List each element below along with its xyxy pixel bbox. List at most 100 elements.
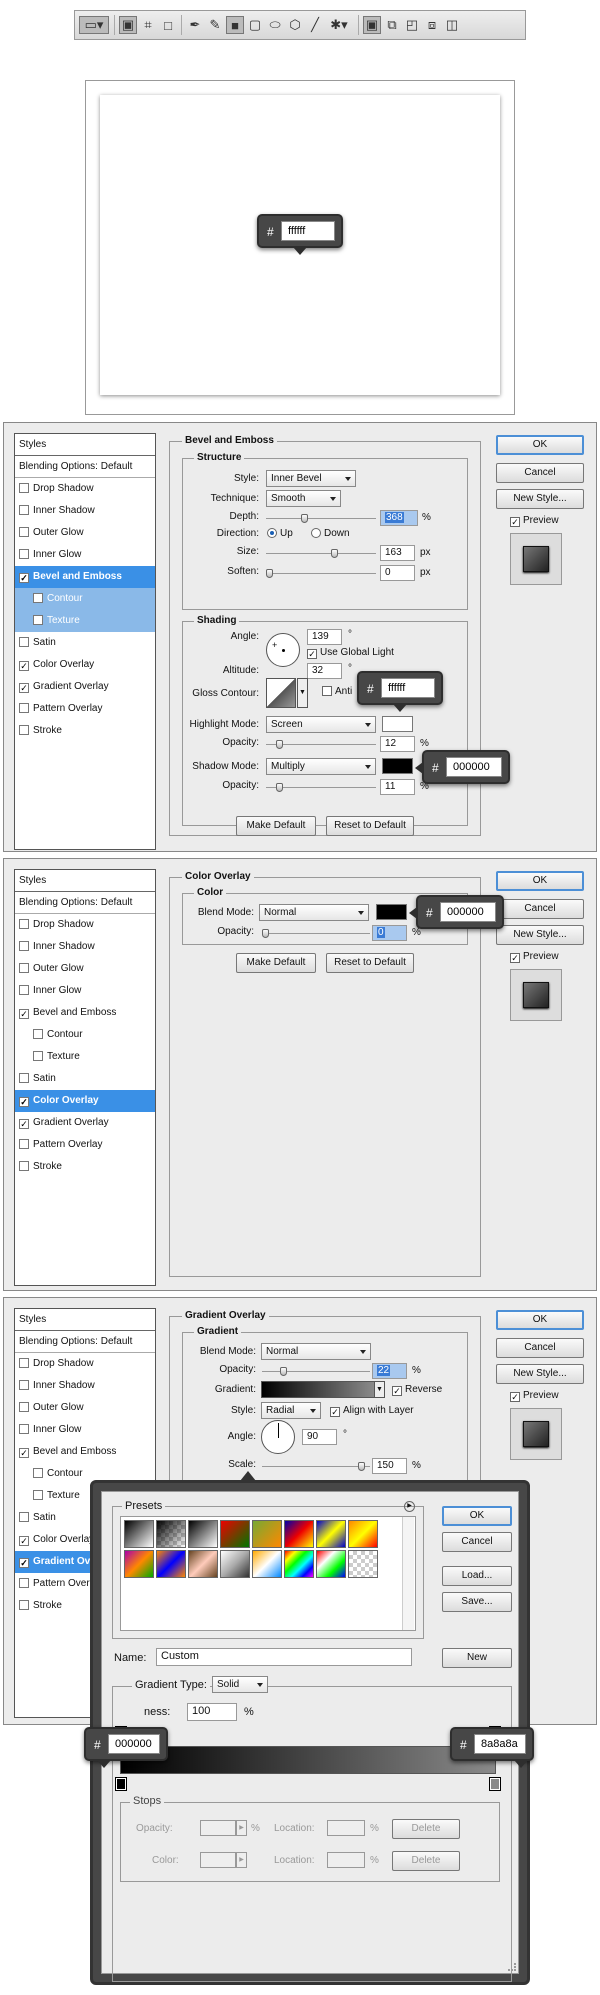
angle-input[interactable]: 90 xyxy=(302,1429,337,1445)
preset-swatch[interactable] xyxy=(156,1550,186,1578)
preset-swatch[interactable] xyxy=(348,1550,378,1578)
preview-checkbox[interactable]: ✓ Preview xyxy=(510,1390,559,1402)
style-satin[interactable]: Satin xyxy=(15,632,155,654)
preset-swatch[interactable] xyxy=(124,1520,154,1548)
style-contour[interactable]: Contour xyxy=(15,1024,155,1046)
stop-location-input[interactable] xyxy=(327,1820,365,1836)
depth-input[interactable]: 368 xyxy=(380,510,418,526)
fill-pixels-icon[interactable]: □ xyxy=(159,16,177,34)
style-stroke[interactable]: Stroke xyxy=(15,1156,155,1178)
gloss-contour-dropdown[interactable]: ▼ xyxy=(297,678,308,708)
style-bevel-emboss[interactable]: ✓ Bevel and Emboss xyxy=(15,566,155,588)
rectangle-tool-icon[interactable]: ▭▾ xyxy=(79,16,109,34)
direction-down-radio[interactable]: Down xyxy=(311,528,350,539)
opacity-input[interactable]: 22 xyxy=(372,1363,407,1379)
preset-swatch[interactable] xyxy=(316,1520,346,1548)
angle-input[interactable]: 139 xyxy=(307,629,342,645)
slider-knob[interactable] xyxy=(358,1462,365,1471)
anti-aliased-checkbox[interactable]: Anti xyxy=(322,686,352,697)
preset-swatch[interactable] xyxy=(220,1520,250,1548)
style-texture[interactable]: Texture xyxy=(15,1046,155,1068)
name-input[interactable]: Custom xyxy=(156,1648,412,1666)
style-pattern-overlay[interactable]: Pattern Overlay xyxy=(15,698,155,720)
styles-header[interactable]: Styles xyxy=(15,1309,155,1331)
preset-swatch[interactable] xyxy=(124,1550,154,1578)
style-contour[interactable]: Contour xyxy=(15,588,155,610)
slider-knob[interactable] xyxy=(280,1367,287,1376)
hex-value[interactable]: 8a8a8a xyxy=(474,1734,526,1754)
style-texture[interactable]: Texture xyxy=(15,610,155,632)
preset-swatch[interactable] xyxy=(188,1520,218,1548)
freeform-pen-icon[interactable]: ✎ xyxy=(206,16,224,34)
shape-layers-icon[interactable]: ▣ xyxy=(119,16,137,34)
new-style-button[interactable]: New Style... xyxy=(496,1364,584,1384)
pen-icon[interactable]: ✒ xyxy=(186,16,204,34)
gloss-contour-picker[interactable] xyxy=(266,678,296,708)
highlight-opacity-input[interactable]: 12 xyxy=(380,736,415,752)
style-inner-glow[interactable]: Inner Glow xyxy=(15,544,155,566)
slider-knob[interactable] xyxy=(262,929,269,938)
gradient-style-dropdown[interactable]: Radial xyxy=(261,1402,321,1419)
ok-button[interactable]: OK xyxy=(496,871,584,891)
scale-slider[interactable] xyxy=(262,1462,370,1471)
highlight-opacity-slider[interactable] xyxy=(266,740,376,749)
make-default-button[interactable]: Make Default xyxy=(236,953,316,973)
gradient-type-dropdown[interactable]: Solid xyxy=(212,1676,268,1693)
soften-slider[interactable] xyxy=(266,569,376,578)
scale-input[interactable]: 150 xyxy=(372,1458,407,1474)
opacity-slider[interactable] xyxy=(262,929,370,938)
style-drop-shadow[interactable]: Drop Shadow xyxy=(15,1353,155,1375)
opacity-input[interactable]: 0 xyxy=(372,925,407,941)
smoothness-input[interactable]: 100 xyxy=(187,1703,237,1721)
hex-value[interactable]: ffffff xyxy=(281,221,335,241)
gradient-preview-swatch[interactable] xyxy=(261,1381,375,1398)
stop-color-swatch[interactable] xyxy=(200,1852,236,1868)
style-inner-glow[interactable]: Inner Glow xyxy=(15,1419,155,1441)
stop-opacity-stepper[interactable]: ▶ xyxy=(236,1820,247,1836)
align-layer-checkbox[interactable]: ✓ Align with Layer xyxy=(330,1405,414,1417)
blending-options[interactable]: Blending Options: Default xyxy=(15,456,155,478)
style-color-overlay[interactable]: ✓ Color Overlay xyxy=(15,654,155,676)
gradient-bar[interactable] xyxy=(120,1746,496,1774)
reset-default-button[interactable]: Reset to Default xyxy=(326,953,414,973)
color-stop-right[interactable] xyxy=(489,1777,501,1791)
blend-mode-dropdown[interactable]: Normal xyxy=(261,1343,371,1360)
new-style-button[interactable]: New Style... xyxy=(496,925,584,945)
altitude-input[interactable]: 32 xyxy=(307,663,342,679)
style-outer-glow[interactable]: Outer Glow xyxy=(15,1397,155,1419)
hex-value[interactable]: ffffff xyxy=(381,678,435,698)
cancel-button[interactable]: Cancel xyxy=(496,1338,584,1358)
presets-scrollbar[interactable] xyxy=(402,1517,414,1630)
stop-location-input[interactable] xyxy=(327,1852,365,1868)
preview-checkbox[interactable]: ✓ Preview xyxy=(510,515,559,527)
preset-swatch[interactable] xyxy=(156,1520,186,1548)
delete-opacity-stop-button[interactable]: Delete xyxy=(392,1819,460,1839)
style-inner-shadow[interactable]: Inner Shadow xyxy=(15,1375,155,1397)
cancel-button[interactable]: Cancel xyxy=(496,463,584,483)
style-bevel-emboss[interactable]: ✓ Bevel and Emboss xyxy=(15,1441,155,1463)
slider-knob[interactable] xyxy=(331,549,338,558)
shadow-opacity-input[interactable]: 11 xyxy=(380,779,415,795)
delete-color-stop-button[interactable]: Delete xyxy=(392,1851,460,1871)
preview-checkbox[interactable]: ✓ Preview xyxy=(510,951,559,963)
preset-swatch[interactable] xyxy=(188,1550,218,1578)
styles-header[interactable]: Styles xyxy=(15,870,155,892)
resize-grip-icon[interactable] xyxy=(508,1963,516,1971)
style-outer-glow[interactable]: Outer Glow xyxy=(15,958,155,980)
ellipse-icon[interactable]: ⬭ xyxy=(266,16,284,34)
hex-value[interactable]: 000000 xyxy=(108,1734,160,1754)
preset-swatch[interactable] xyxy=(284,1520,314,1548)
style-drop-shadow[interactable]: Drop Shadow xyxy=(15,914,155,936)
style-inner-glow[interactable]: Inner Glow xyxy=(15,980,155,1002)
preset-swatch[interactable] xyxy=(252,1550,282,1578)
style-satin[interactable]: Satin xyxy=(15,1068,155,1090)
gradient-dropdown-arrow[interactable]: ▼ xyxy=(374,1381,385,1398)
save-button[interactable]: Save... xyxy=(442,1592,512,1612)
preset-swatch[interactable] xyxy=(284,1550,314,1578)
new-style-button[interactable]: New Style... xyxy=(496,489,584,509)
opacity-slider[interactable] xyxy=(262,1367,370,1376)
style-pattern-overlay[interactable]: Pattern Overlay xyxy=(15,1134,155,1156)
preset-swatch[interactable] xyxy=(316,1550,346,1578)
angle-dial[interactable] xyxy=(261,1420,295,1454)
highlight-mode-dropdown[interactable]: Screen xyxy=(266,716,376,733)
